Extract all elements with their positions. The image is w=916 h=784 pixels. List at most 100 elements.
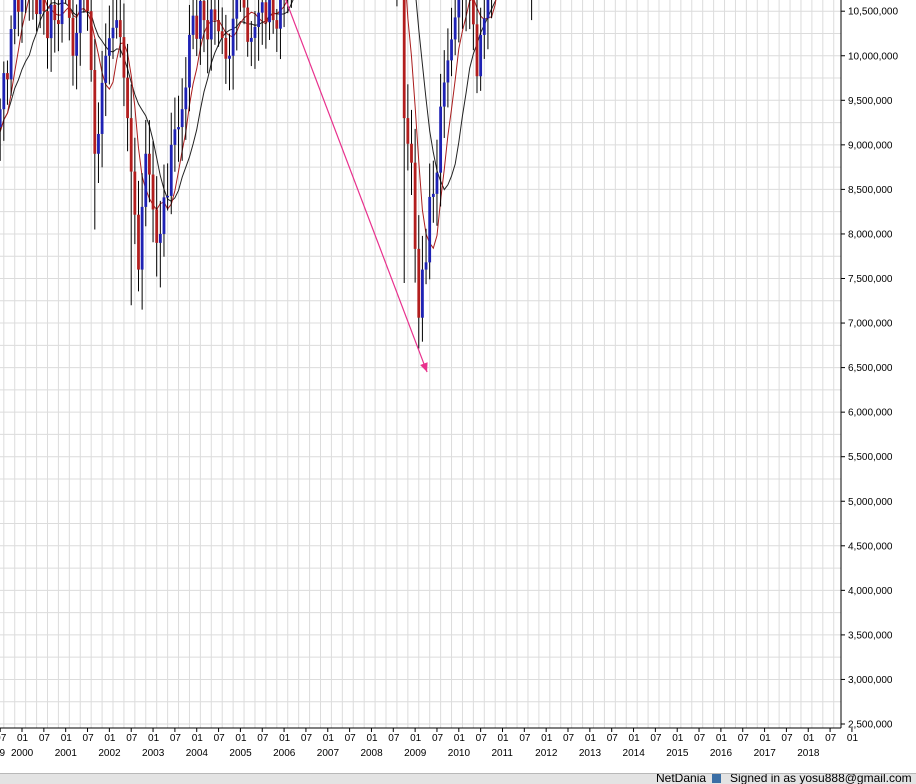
x-month-label: 07 — [607, 733, 619, 744]
y-tick-label: 9,500,000 — [848, 96, 893, 107]
candle-body — [158, 233, 162, 243]
candle-body — [242, 0, 246, 8]
y-tick-label: 10,500,000 — [848, 7, 898, 18]
candle-body — [257, 12, 261, 27]
candle-body — [126, 77, 129, 119]
x-year-label: 2006 — [273, 748, 296, 759]
candle-body — [439, 106, 443, 173]
x-month-label: 01 — [454, 733, 466, 744]
x-month-label: 01 — [847, 733, 859, 744]
candle-body — [191, 15, 195, 35]
x-year-label: 2015 — [666, 748, 689, 759]
x-month-label: 01 — [497, 733, 509, 744]
candle-body — [35, 0, 38, 15]
x-month-label: 01 — [760, 733, 772, 744]
x-year-label: 2008 — [360, 748, 383, 759]
candle-body — [260, 2, 264, 13]
candle-body — [180, 109, 184, 128]
plot-background — [0, 0, 841, 728]
y-tick-label: 4,000,000 — [848, 586, 893, 597]
candle-body — [206, 20, 210, 40]
candle-body — [435, 172, 439, 194]
candle-body — [209, 9, 213, 40]
candle-body — [122, 37, 126, 78]
candle-body — [217, 20, 220, 32]
x-month-label: 01 — [541, 733, 553, 744]
y-axis: 2,500,000 3,000,000 3,500,000 4,000,000 4,50… — [840, 0, 916, 773]
x-month-label: 01 — [235, 733, 247, 744]
x-year-label: 2017 — [754, 748, 777, 759]
candle-body — [60, 0, 64, 25]
x-year-label: 2011 — [491, 748, 513, 759]
x-year-label: 2016 — [710, 748, 733, 759]
candle-body — [155, 209, 159, 243]
x-month-label: 07 — [170, 733, 182, 744]
y-tick-label: 2,500,000 — [848, 720, 893, 731]
candle-body — [184, 87, 188, 110]
candle-body — [53, 4, 57, 21]
x-month-label: 01 — [148, 733, 160, 744]
candle-body — [46, 11, 49, 39]
x-year-label: 2014 — [623, 748, 646, 759]
x-month-label: 07 — [563, 733, 575, 744]
y-tick-label: 7,000,000 — [848, 319, 893, 330]
x-year-label: 2009 — [404, 748, 427, 759]
candle-body — [42, 0, 46, 12]
y-tick-label: 8,000,000 — [848, 229, 893, 240]
candle-body — [428, 196, 432, 263]
x-month-label: 07 — [476, 733, 488, 744]
x-year-label: 2018 — [797, 748, 820, 759]
candle-body — [133, 171, 137, 215]
y-tick-label: 6,000,000 — [848, 408, 893, 419]
candle-body — [78, 0, 82, 33]
x-month-label: 07 — [257, 733, 269, 744]
candle-body — [137, 214, 140, 270]
x-year-label: 2004 — [186, 748, 209, 759]
x-month-label: 01 — [61, 733, 73, 744]
x-year-label: 2003 — [142, 748, 165, 759]
y-tick-label: 6,500,000 — [848, 363, 893, 374]
candle-body — [271, 0, 275, 21]
candle-body — [264, 2, 268, 23]
candle-body — [86, 0, 89, 12]
candle-body — [20, 0, 24, 12]
candle-body — [279, 0, 282, 29]
candle-body — [471, 0, 475, 25]
x-year-label: 2001 — [55, 748, 78, 759]
x-month-label: 07 — [738, 733, 750, 744]
y-tick-label: 5,500,000 — [848, 452, 893, 463]
y-tick-label: 3,000,000 — [848, 675, 893, 686]
candle-body — [486, 0, 490, 19]
candle-body — [442, 82, 446, 107]
candle-body — [111, 27, 115, 39]
x-month-label: 01 — [803, 733, 815, 744]
x-month-label: 07 — [301, 733, 313, 744]
candle-body — [231, 18, 235, 56]
candle-body — [224, 37, 228, 59]
y-tick-label: 10,000,000 — [848, 51, 898, 62]
candle-body — [249, 37, 253, 42]
candle-body — [38, 0, 42, 15]
x-month-label: 07 — [0, 733, 7, 744]
x-year-label: 99 — [0, 748, 6, 759]
candle-body — [275, 20, 279, 29]
candle-body — [140, 206, 144, 270]
candle-body — [417, 248, 421, 318]
candle-body — [104, 55, 108, 83]
candle-body — [148, 153, 151, 175]
x-month-label: 07 — [781, 733, 793, 744]
y-axis-background — [841, 0, 916, 773]
y-tick-label: 5,000,000 — [848, 497, 893, 508]
x-month-label: 07 — [345, 733, 357, 744]
candle-body — [246, 7, 250, 42]
x-axis: 07 01 07 01 07 01 07 01 07 01 07 01 07 01 07 01 07 01 07 01… — [0, 727, 859, 773]
candle-body — [151, 174, 155, 210]
x-month-label: 01 — [17, 733, 29, 744]
candle-body — [253, 26, 257, 38]
candle-body — [162, 197, 166, 234]
x-year-label: 2012 — [535, 748, 558, 759]
y-tick-label: 4,500,000 — [848, 541, 893, 552]
candle-body — [410, 143, 413, 163]
candle-body — [144, 153, 148, 207]
candle-body — [169, 144, 173, 196]
